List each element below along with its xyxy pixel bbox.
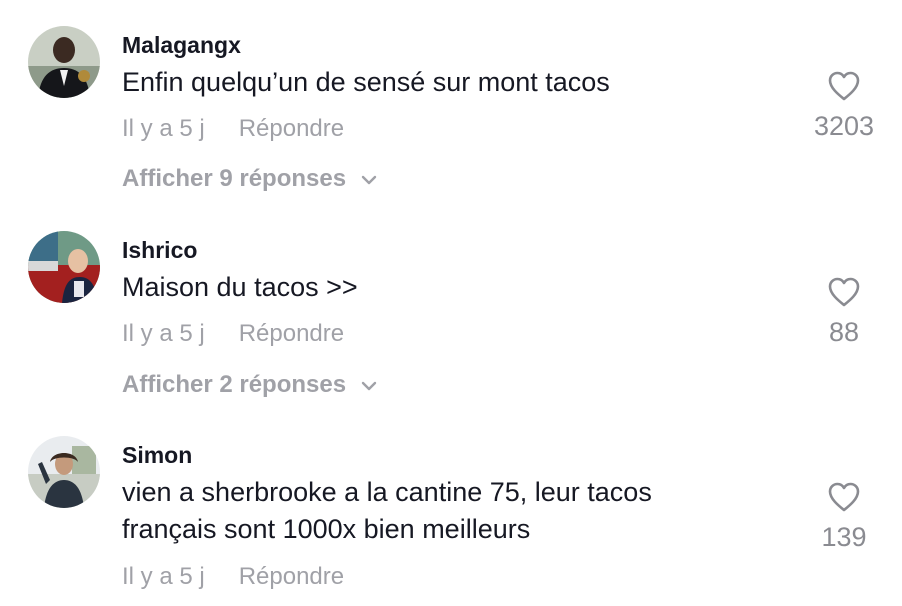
reply-button[interactable]: Répondre xyxy=(239,115,344,142)
comment-meta: Il y a 5 j Répondre xyxy=(122,115,344,143)
like-count: 3203 xyxy=(813,111,875,141)
like-count: 139 xyxy=(821,522,867,552)
comment-text: Maison du tacos >> xyxy=(122,272,358,302)
comment-username[interactable]: Ishrico xyxy=(122,237,197,264)
avatar[interactable] xyxy=(28,26,100,98)
avatar[interactable] xyxy=(28,436,100,508)
comment-meta: Il y a 5 j Répondre xyxy=(122,320,344,348)
view-replies-label: Afficher 9 réponses xyxy=(122,165,347,192)
comment-username[interactable]: Simon xyxy=(122,442,192,469)
view-replies-button[interactable]: Afficher 9 réponses xyxy=(122,165,378,193)
heart-outline-icon[interactable] xyxy=(784,276,902,313)
comment-timestamp: Il y a 5 j xyxy=(122,563,205,590)
comment-text: vien a sherbrooke a la cantine 75, leur … xyxy=(122,477,652,544)
view-replies-label: Afficher 2 réponses xyxy=(122,371,347,398)
view-replies-button[interactable]: Afficher 2 réponses xyxy=(122,371,378,399)
chevron-down-icon xyxy=(360,165,378,193)
comment-timestamp: Il y a 5 j xyxy=(122,320,205,347)
like-control: 139 xyxy=(784,481,902,553)
like-control: 88 xyxy=(784,276,902,348)
comment-timestamp: Il y a 5 j xyxy=(122,115,205,142)
heart-outline-icon[interactable] xyxy=(784,70,902,107)
chevron-down-icon xyxy=(360,371,378,399)
comment-meta: Il y a 5 j Répondre xyxy=(122,563,344,591)
like-count: 88 xyxy=(828,317,860,347)
avatar[interactable] xyxy=(28,231,100,303)
comment-text: Enfin quelqu’un de sensé sur mont tacos xyxy=(122,67,610,97)
heart-outline-icon[interactable] xyxy=(784,481,902,518)
reply-button[interactable]: Répondre xyxy=(239,563,344,590)
comment-username[interactable]: Malagangx xyxy=(122,32,241,59)
like-control: 3203 xyxy=(784,70,902,142)
reply-button[interactable]: Répondre xyxy=(239,320,344,347)
